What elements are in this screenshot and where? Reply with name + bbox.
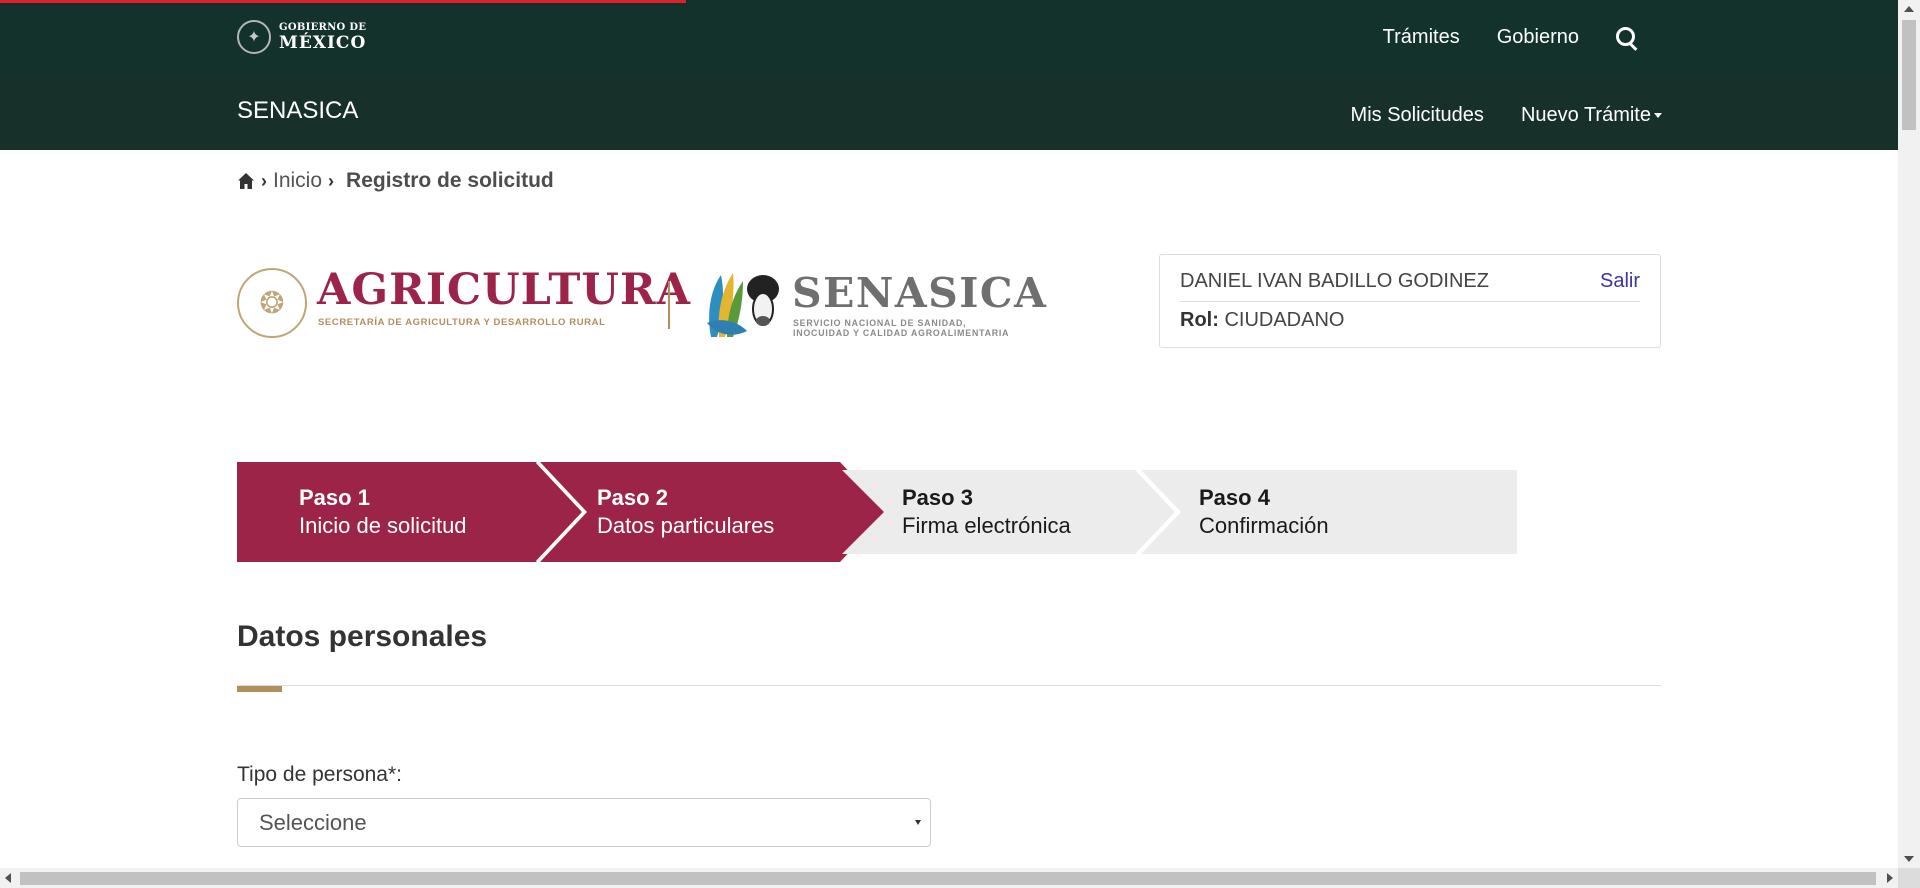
chevron-right-icon: › xyxy=(261,170,267,191)
user-panel-divider xyxy=(1180,301,1640,302)
person-type-label: Tipo de persona*: xyxy=(237,763,402,786)
step-4-label: Confirmación xyxy=(1199,513,1329,538)
user-name: DANIEL IVAN BADILLO GODINEZ xyxy=(1180,270,1489,292)
horizontal-scroll-thumb[interactable] xyxy=(20,872,1876,885)
breadcrumb-inicio[interactable]: Inicio xyxy=(273,169,322,193)
senasica-subtitle-line1: SERVICIO NACIONAL DE SANIDAD, xyxy=(793,318,967,328)
senasica-subtitle-line2: INOCUIDAD Y CALIDAD AGROALIMENTARIA xyxy=(793,328,1010,339)
horizontal-scrollbar[interactable] xyxy=(0,868,1898,888)
nav-link-gobierno[interactable]: Gobierno xyxy=(1497,26,1579,49)
step-4-shape xyxy=(1141,470,1517,554)
nuevo-tramite-label: Nuevo Trámite xyxy=(1520,104,1651,126)
senasica-logo-icon xyxy=(707,273,779,337)
gov-nav: Trámites Gobierno xyxy=(1383,0,1638,75)
scroll-left-arrow-icon[interactable] xyxy=(5,873,11,883)
step-1: Paso 1 Inicio de solicitud xyxy=(299,484,467,540)
logo-divider xyxy=(668,281,670,329)
scroll-up-arrow-icon[interactable] xyxy=(1904,6,1914,12)
progress-stepper: Paso 1 Inicio de solicitud Paso 2 Datos … xyxy=(237,462,1517,562)
step-3-label: Firma electrónica xyxy=(902,513,1071,538)
section-accent-bar xyxy=(237,686,282,692)
vertical-scrollbar[interactable] xyxy=(1898,0,1920,868)
institution-logos: ❂ AGRICULTURA SECRETARÍA DE AGRICULTURA … xyxy=(237,265,1046,345)
page-load-progress xyxy=(0,0,686,3)
step-2-label: Datos particulares xyxy=(597,513,775,538)
step-2-number: Paso 2 xyxy=(597,485,668,510)
app-header: SENASICA Mis Solicitudes Nuevo Trámite xyxy=(0,75,1898,150)
gov-logo-line1: GOBIERNO DE xyxy=(279,21,367,33)
caret-down-icon xyxy=(915,820,921,825)
person-type-select[interactable]: Seleccione xyxy=(237,798,931,847)
step-3: Paso 3 Firma electrónica xyxy=(902,484,1071,540)
step-4: Paso 4 Confirmación xyxy=(1199,484,1329,540)
nav-link-mis-solicitudes[interactable]: Mis Solicitudes xyxy=(1351,104,1484,127)
step-3-number: Paso 3 xyxy=(902,485,973,510)
section-title: Datos personales xyxy=(237,620,488,653)
nav-link-tramites[interactable]: Trámites xyxy=(1383,26,1460,49)
chevron-right-icon: › xyxy=(328,170,335,191)
breadcrumb: › Inicio › Registro de solicitud xyxy=(237,168,554,194)
scroll-right-arrow-icon[interactable] xyxy=(1887,873,1893,883)
agriculture-seal-icon: ❂ xyxy=(237,268,307,338)
senasica-title: SENASICA xyxy=(792,269,1048,317)
home-icon[interactable] xyxy=(237,172,255,190)
nav-dropdown-nuevo-tramite[interactable]: Nuevo Trámite xyxy=(1521,104,1662,127)
user-panel: DANIEL IVAN BADILLO GODINEZ Salir Rol: C… xyxy=(1159,254,1661,348)
person-type-value: Seleccione xyxy=(259,810,367,835)
logout-link[interactable]: Salir xyxy=(1600,270,1640,293)
app-title[interactable]: SENASICA xyxy=(237,97,358,125)
scroll-down-arrow-icon[interactable] xyxy=(1904,856,1914,862)
step-1-number: Paso 1 xyxy=(299,485,370,510)
role-value: CIUDADANO xyxy=(1224,309,1345,331)
gov-header: ✦ GOBIERNO DE MÉXICO Trámites Gobierno xyxy=(0,0,1898,75)
agriculture-title: AGRICULTURA xyxy=(317,265,691,315)
step-4-number: Paso 4 xyxy=(1199,485,1270,510)
step-1-label: Inicio de solicitud xyxy=(299,513,467,538)
gov-logo-line2: MÉXICO xyxy=(279,32,367,53)
senasica-subtitle: SERVICIO NACIONAL DE SANIDAD, INOCUIDAD … xyxy=(793,318,1009,338)
agriculture-subtitle: SECRETARÍA DE AGRICULTURA Y DESARROLLO R… xyxy=(318,317,606,328)
scrollbar-corner xyxy=(1898,868,1920,888)
search-icon[interactable] xyxy=(1616,26,1638,49)
section-divider xyxy=(237,685,1661,686)
vertical-scroll-thumb[interactable] xyxy=(1902,20,1916,130)
mexico-seal-icon: ✦ xyxy=(237,20,271,54)
caret-down-icon xyxy=(1654,113,1662,119)
step-2: Paso 2 Datos particulares xyxy=(597,484,774,540)
breadcrumb-current: Registro de solicitud xyxy=(346,169,554,192)
gov-logo-text: GOBIERNO DE MÉXICO xyxy=(279,21,367,53)
gov-mexico-logo[interactable]: ✦ GOBIERNO DE MÉXICO xyxy=(237,18,366,56)
app-nav: Mis Solicitudes Nuevo Trámite xyxy=(1351,75,1662,150)
user-role: Rol: CIUDADANO xyxy=(1180,309,1344,332)
role-label: Rol: xyxy=(1180,309,1219,331)
